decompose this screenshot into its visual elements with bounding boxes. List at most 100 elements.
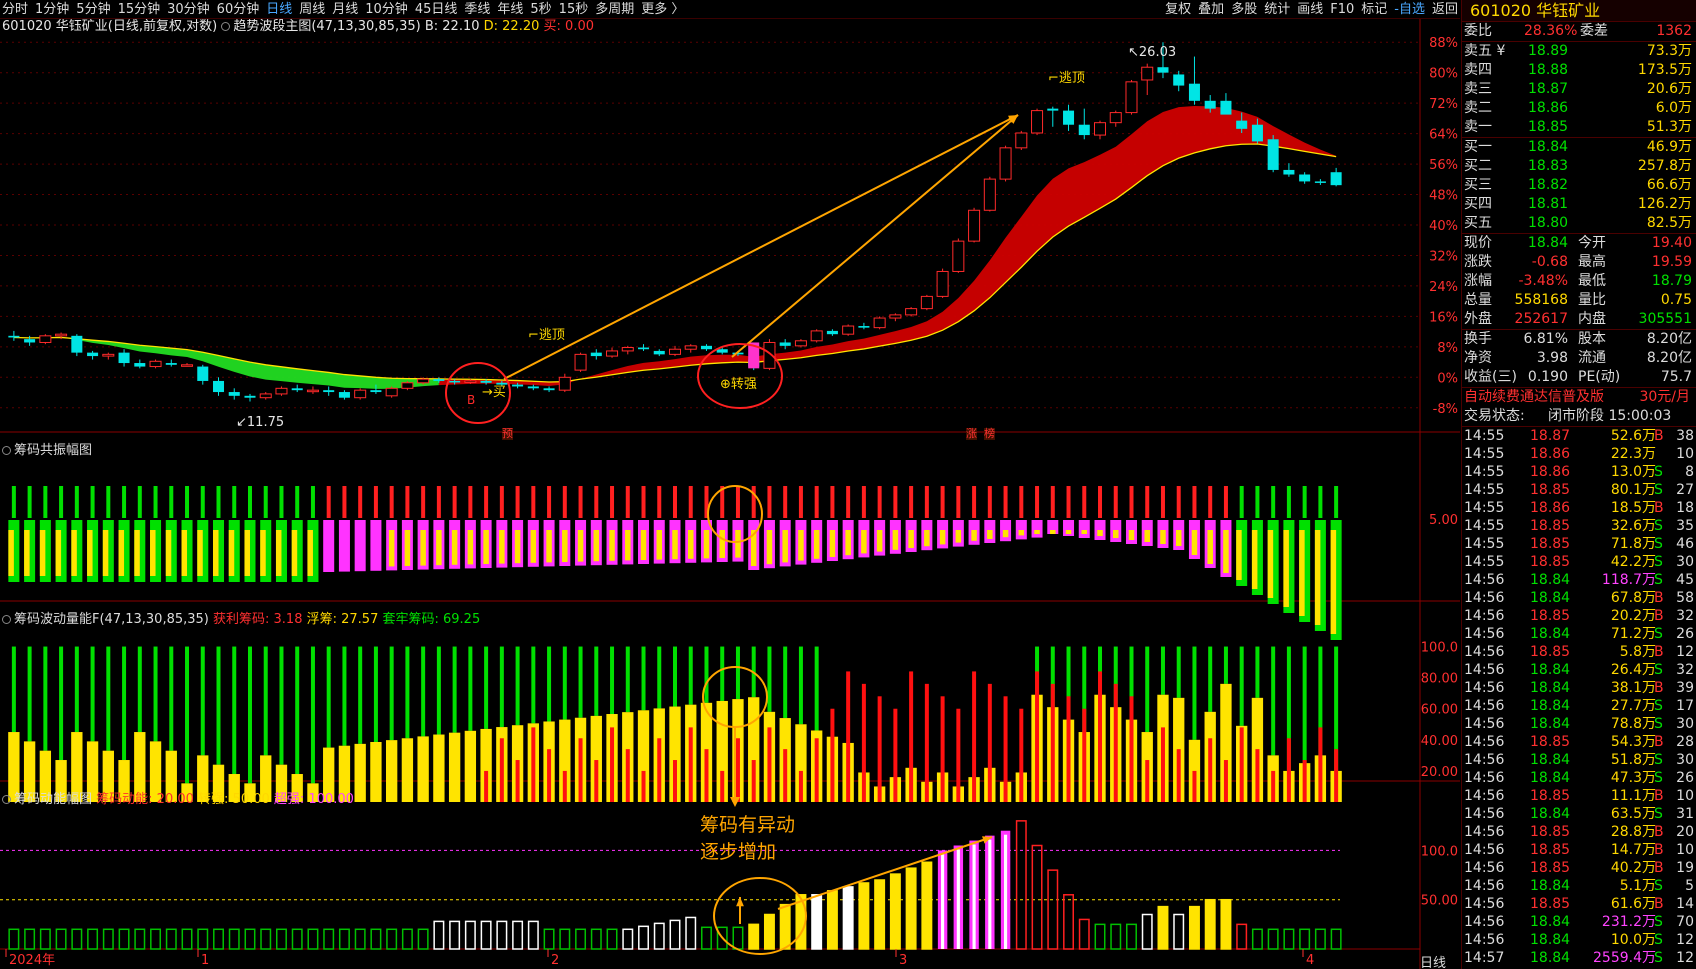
tick-row: 14:56 18.85 14.7万 B 10 [1462,841,1696,859]
strong-text: 转强 [730,377,757,392]
promo-text[interactable]: 自动续费通达信普及版 [1464,388,1604,407]
resonance-inner-bar [735,530,741,558]
volume-green-bar [735,646,740,700]
candle [306,389,319,393]
momentum-bar [543,928,555,950]
pre-mark: 预 [502,427,513,440]
period-tab-14[interactable]: 15秒 [559,0,589,18]
panel2-name[interactable]: 筹码共振幅图 [14,443,92,458]
escape-top-text: 逃顶 [1058,71,1085,86]
tick-time: 14:56 [1464,716,1505,732]
indicator-settings-icon[interactable] [2,615,11,624]
panel4-name[interactable]: 筹码动能幅图 [14,792,92,807]
volume-red-bar [972,671,977,802]
tick-side: S [1654,914,1663,930]
tick-count: 39 [1676,680,1694,696]
buy-row-2: 买三 18.82 66.6万 [1462,176,1696,195]
sell-price: 18.87 [1528,81,1569,97]
tool-button-4[interactable]: 画线 [1297,0,1323,18]
tick-volume: 26.4万 [1610,662,1656,678]
period-tab-7[interactable]: 周线 [299,0,325,18]
resonance-inner-bar [845,530,851,556]
volume-green-bar [43,646,48,751]
candle [449,380,461,383]
indicator-settings-icon[interactable] [2,795,11,804]
period-tab-8[interactable]: 月线 [332,0,358,18]
tick-price: 18.84 [1530,806,1571,822]
momentum-bar [874,879,886,950]
period-toolbar: 分时 1分钟 5分钟 15分钟 30分钟 60分钟 日线 周线 月线 10分钟 45日线 季线 年线 5秒… [0,0,1460,19]
period-tab-2[interactable]: 5分钟 [76,0,110,18]
tick-price: 18.84 [1530,698,1571,714]
period-indicator[interactable]: 日线 [1420,952,1446,969]
tick-price: 18.85 [1530,482,1571,498]
sell-book: 卖五 ¥18.89 73.3万 卖四 18.88 173.5万 卖三 18.87 20.6万卖… [1462,42,1696,137]
tick-time: 14:56 [1464,896,1505,912]
period-tab-13[interactable]: 5秒 [530,0,551,18]
tick-price: 18.85 [1530,608,1571,624]
period-tab-1[interactable]: 1分钟 [35,0,69,18]
candle [842,325,855,335]
stat-label: 量比 [1578,292,1606,308]
resonance-inner-bar [546,530,552,563]
kline-chart-area[interactable]: 88% 80% 72% 64% 56% 48% 40% 32% 24% 16% 8% 0% -8% 5.0… [0,19,1460,969]
tick-row: 14:56 18.85 20.2万 B 32 [1462,607,1696,625]
indicator-settings-icon[interactable] [2,446,11,455]
period-tab-16[interactable]: 更多 〉 [641,0,684,18]
volume-red-bar [940,696,945,802]
resonance-top-bar [185,486,190,518]
period-tab-15[interactable]: 多周期 [595,0,634,18]
period-tab-10[interactable]: 45日线 [415,0,458,18]
momentum-bar [1047,869,1059,950]
tool-button-7[interactable]: -自选 [1394,0,1425,18]
tick-row: 14:56 18.84 47.3万 S 26 [1462,769,1696,787]
resonance-inner-bar [672,530,678,560]
tool-button-8[interactable]: 返回 [1432,0,1458,18]
y-tick-label: 56% [1429,158,1458,173]
period-tab-6[interactable]: 日线 [266,0,292,18]
resonance-top-bar [468,486,473,518]
momentum-bar [669,919,681,950]
candle [118,352,130,364]
main-indicator[interactable]: 趋势波段主图(47,13,30,85,35) [233,19,420,34]
period-tab-9[interactable]: 10分钟 [365,0,408,18]
resonance-inner-bar [451,530,458,565]
promo-row[interactable]: 自动续费通达信普及版 30元/月 [1462,388,1696,407]
candle [905,308,918,316]
tick-time: 14:55 [1464,428,1505,444]
candle [134,363,146,367]
y-tick-label: 20.00 [1421,765,1458,780]
resonance-inner-bar [577,530,584,562]
period-tab-4[interactable]: 30分钟 [167,0,210,18]
indicator-settings-icon[interactable] [221,22,231,31]
tool-button-1[interactable]: 叠加 [1198,0,1224,18]
tool-button-0[interactable]: 复权 [1165,0,1191,18]
period-tab-12[interactable]: 年线 [497,0,523,18]
tool-button-5[interactable]: F10 [1330,0,1354,18]
resonance-inner-bar [404,530,411,566]
tick-count: 12 [1676,644,1694,660]
period-tab-3[interactable]: 15分钟 [118,0,161,18]
tool-button-6[interactable]: 标记 [1361,0,1387,18]
tick-count: 20 [1676,824,1694,840]
sell-row-4: 卖一 18.85 51.3万 [1462,118,1696,137]
candle [1251,124,1263,142]
resonance-top-bar [1035,486,1040,518]
volume-red-bar [657,738,662,802]
volume-green-bar [200,646,205,756]
promo-price[interactable]: 30元/月 [1639,388,1690,407]
period-tab-11[interactable]: 季线 [464,0,490,18]
momentum-bar [213,928,224,950]
candle [1063,110,1075,125]
candle [401,382,414,389]
volume-green-bar [11,646,16,733]
period-tab-0[interactable]: 分时 [2,0,28,18]
period-tab-5[interactable]: 60分钟 [217,0,260,18]
tick-list[interactable]: 14:55 18.87 52.6万 B 38 14:55 18.86 22.3万 10 14:55… [1462,427,1696,967]
tick-count: 31 [1676,806,1694,822]
tick-volume: 42.2万 [1610,554,1656,570]
panel3-name[interactable]: 筹码波动量能F(47,13,30,85,35) [14,612,209,627]
tick-side: B [1654,608,1664,624]
tool-button-3[interactable]: 统计 [1264,0,1290,18]
tool-button-2[interactable]: 多股 [1231,0,1257,18]
